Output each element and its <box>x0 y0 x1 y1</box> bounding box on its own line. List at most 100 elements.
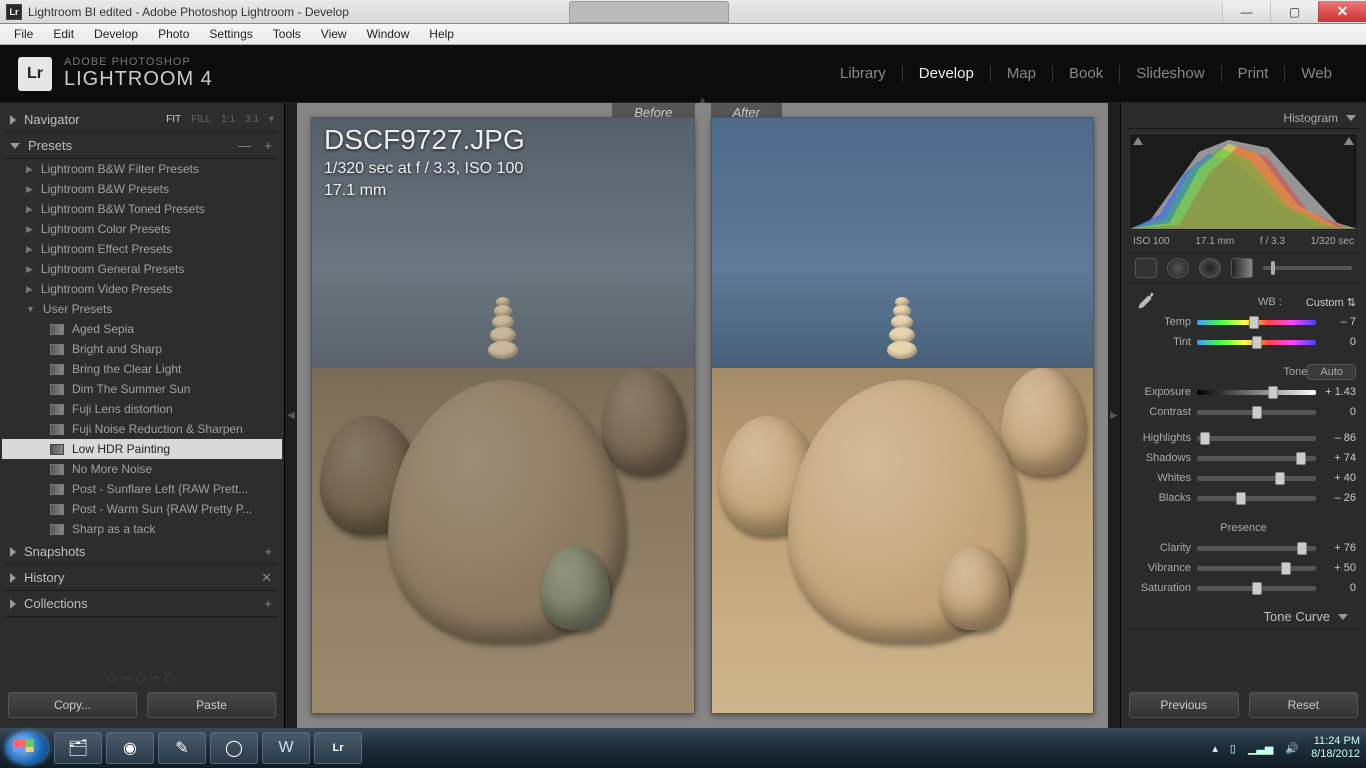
window-maximize-button[interactable]: ▢ <box>1270 1 1318 22</box>
menu-develop[interactable]: Develop <box>84 25 148 43</box>
preset-item[interactable]: Bring the Clear Light <box>6 359 278 379</box>
graduated-filter-icon[interactable] <box>1231 258 1253 278</box>
reset-button[interactable]: Reset <box>1249 692 1359 718</box>
browser-tab-stub[interactable] <box>569 1 729 23</box>
navigator-title: Navigator <box>24 112 80 127</box>
spot-removal-icon[interactable] <box>1167 258 1189 278</box>
histogram[interactable] <box>1129 133 1358 231</box>
nav-mode-fit[interactable]: FIT <box>166 114 181 125</box>
tray-expand-icon[interactable]: ▴ <box>1212 742 1218 755</box>
history-header[interactable]: History ✕ <box>6 565 278 591</box>
menu-file[interactable]: File <box>4 25 43 43</box>
module-slideshow[interactable]: Slideshow <box>1120 65 1221 82</box>
histogram-header[interactable]: Histogram <box>1127 107 1360 129</box>
navigator-header[interactable]: Navigator FIT FILL 1:1 3:1 ▾ <box>6 107 278 133</box>
presence-section-label: Presence <box>1127 518 1360 538</box>
paste-button[interactable]: Paste <box>147 692 276 718</box>
preset-item[interactable]: Aged Sepia <box>6 319 278 339</box>
preset-group[interactable]: ▶Lightroom B&W Presets <box>6 179 278 199</box>
preset-item[interactable]: Sharp as a tack <box>6 519 278 539</box>
preset-item[interactable]: Low HDR Painting <box>2 439 282 459</box>
adjustment-brush-icon[interactable] <box>1263 266 1352 270</box>
collections-header[interactable]: Collections + <box>6 591 278 617</box>
menu-view[interactable]: View <box>311 25 357 43</box>
menu-window[interactable]: Window <box>357 25 420 43</box>
system-tray[interactable]: ▴ ▯ ▁▃▅ 🔊 11:24 PM 8/18/2012 <box>1212 735 1360 761</box>
exposure-slider[interactable]: Exposure+ 1.43 <box>1127 382 1360 402</box>
module-web[interactable]: Web <box>1285 65 1348 82</box>
presets-title: Presets <box>28 138 72 153</box>
left-panel-grip[interactable]: ◀ <box>285 103 297 728</box>
preset-group[interactable]: ▶Lightroom Color Presets <box>6 219 278 239</box>
menu-settings[interactable]: Settings <box>199 25 262 43</box>
taskbar-explorer[interactable]: 🗂 <box>54 732 102 764</box>
nav-mode-1-1[interactable]: 1:1 <box>221 114 235 125</box>
whites-slider[interactable]: Whites+ 40 <box>1127 468 1360 488</box>
taskbar-app1[interactable]: ✎ <box>158 732 206 764</box>
tone-curve-header[interactable]: Tone Curve <box>1127 604 1360 630</box>
after-image[interactable] <box>711 117 1095 714</box>
tray-time[interactable]: 11:24 PM <box>1311 735 1360 748</box>
preset-group[interactable]: ▶Lightroom General Presets <box>6 259 278 279</box>
right-panel: Histogram ISO 100 17.1 mm f / 3.3 1/320 <box>1120 103 1366 728</box>
temp-slider[interactable]: Temp– 7 <box>1127 312 1360 332</box>
preset-item[interactable]: Post - Sunflare Left {RAW Prett... <box>6 479 278 499</box>
preset-group[interactable]: ▶Lightroom B&W Toned Presets <box>6 199 278 219</box>
preset-item[interactable]: Post - Warm Sun {RAW Pretty P... <box>6 499 278 519</box>
preset-item[interactable]: No More Noise <box>6 459 278 479</box>
tray-battery-icon[interactable]: ▯ <box>1230 742 1236 755</box>
preset-group-user[interactable]: ▼User Presets <box>6 299 278 319</box>
history-title: History <box>24 570 64 585</box>
preset-item[interactable]: Fuji Lens distortion <box>6 399 278 419</box>
taskbar-chrome[interactable]: ◉ <box>106 732 154 764</box>
menu-help[interactable]: Help <box>419 25 464 43</box>
module-library[interactable]: Library <box>824 65 903 82</box>
tray-wifi-icon[interactable]: ▁▃▅ <box>1248 742 1273 755</box>
wb-value-dropdown[interactable]: Custom ⇅ <box>1306 296 1356 309</box>
preset-group[interactable]: ▶Lightroom B&W Filter Presets <box>6 159 278 179</box>
module-develop[interactable]: Develop <box>903 65 991 82</box>
presets-header[interactable]: Presets — + <box>6 133 278 159</box>
module-print[interactable]: Print <box>1222 65 1286 82</box>
preset-group[interactable]: ▶Lightroom Effect Presets <box>6 239 278 259</box>
copy-button[interactable]: Copy... <box>8 692 137 718</box>
preset-group[interactable]: ▶Lightroom Video Presets <box>6 279 278 299</box>
tray-date[interactable]: 8/18/2012 <box>1311 748 1360 761</box>
module-book[interactable]: Book <box>1053 65 1120 82</box>
taskbar-word[interactable]: W <box>262 732 310 764</box>
lightroom-logo: Lr <box>18 57 52 91</box>
preset-item[interactable]: Bright and Sharp <box>6 339 278 359</box>
shadows-slider[interactable]: Shadows+ 74 <box>1127 448 1360 468</box>
taskbar-app2[interactable]: ◯ <box>210 732 258 764</box>
menu-edit[interactable]: Edit <box>43 25 84 43</box>
menu-photo[interactable]: Photo <box>148 25 199 43</box>
redeye-tool-icon[interactable] <box>1199 258 1221 278</box>
previous-button[interactable]: Previous <box>1129 692 1239 718</box>
window-minimize-button[interactable]: — <box>1222 1 1270 22</box>
snapshots-header[interactable]: Snapshots + <box>6 539 278 565</box>
brand-line2: LIGHTROOM 4 <box>64 68 213 91</box>
taskbar-lightroom[interactable]: Lr <box>314 732 362 764</box>
nav-mode-3-1[interactable]: 3:1 <box>245 114 259 125</box>
blacks-slider[interactable]: Blacks– 26 <box>1127 488 1360 508</box>
window-close-button[interactable]: ✕ <box>1318 1 1366 22</box>
saturation-slider[interactable]: Saturation0 <box>1127 578 1360 598</box>
preset-item[interactable]: Fuji Noise Reduction & Sharpen <box>6 419 278 439</box>
nav-mode-fill[interactable]: FILL <box>191 114 211 125</box>
vibrance-slider[interactable]: Vibrance+ 50 <box>1127 558 1360 578</box>
menu-tools[interactable]: Tools <box>263 25 311 43</box>
module-map[interactable]: Map <box>991 65 1053 82</box>
clarity-slider[interactable]: Clarity+ 76 <box>1127 538 1360 558</box>
before-image[interactable]: DSCF9727.JPG 1/320 sec at f / 3.3, ISO 1… <box>311 117 695 714</box>
highlights-slider[interactable]: Highlights– 86 <box>1127 428 1360 448</box>
tint-slider[interactable]: Tint0 <box>1127 332 1360 352</box>
top-panel-expand-icon[interactable]: ▲ <box>698 95 708 106</box>
nav-mode-more-icon[interactable]: ▾ <box>269 114 274 125</box>
auto-tone-button[interactable]: Auto <box>1307 364 1356 380</box>
start-button[interactable] <box>6 732 48 764</box>
preset-item[interactable]: Dim The Summer Sun <box>6 379 278 399</box>
contrast-slider[interactable]: Contrast0 <box>1127 402 1360 422</box>
crop-tool-icon[interactable] <box>1135 258 1157 278</box>
right-panel-grip[interactable]: ▶ <box>1108 103 1120 728</box>
tray-volume-icon[interactable]: 🔊 <box>1285 742 1299 755</box>
